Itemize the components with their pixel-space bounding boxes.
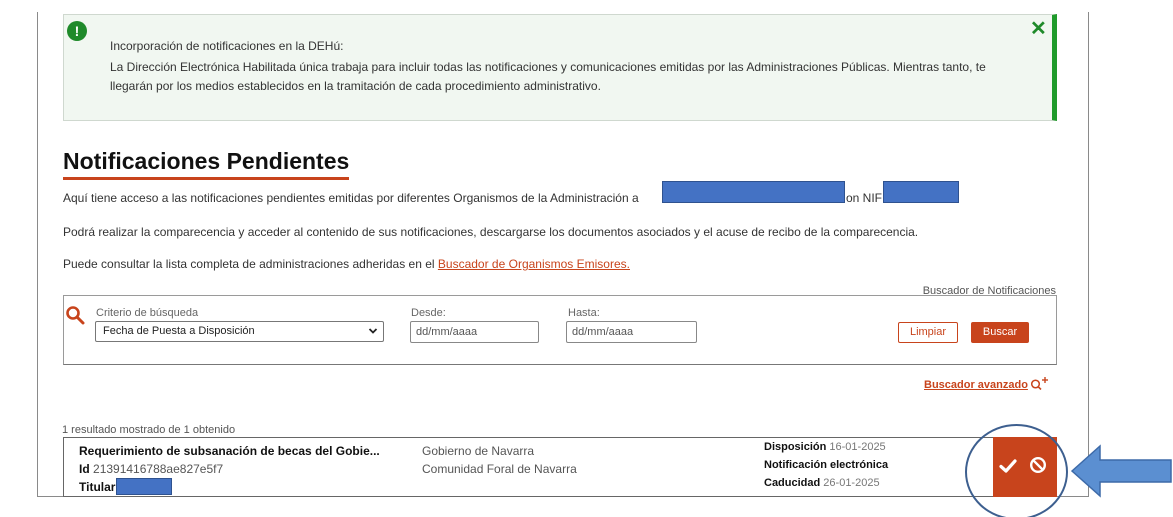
redacted-name [662, 181, 845, 203]
disposition-label: Disposición [764, 441, 827, 453]
redacted-nif [883, 181, 959, 203]
criteria-select[interactable]: Fecha de Puesta a Disposición [95, 321, 384, 342]
criteria-label: Criterio de búsqueda [96, 307, 199, 319]
id-label: Id [79, 462, 90, 476]
to-date-input[interactable]: dd/mm/aaaa [566, 321, 697, 343]
organism: Gobierno de Navarra [422, 444, 535, 458]
callout-circle [965, 424, 1068, 517]
results-count: 1 resultado mostrado de 1 obtenido [62, 424, 236, 436]
from-date-input[interactable]: dd/mm/aaaa [410, 321, 539, 343]
expiry-label: Caducidad [764, 477, 821, 489]
page-title: Notificaciones Pendientes [63, 148, 350, 180]
notification-id: Id 21391416788ae827e5f7 [79, 462, 223, 476]
intro-line-3: Puede consultar la lista completa de adm… [63, 257, 630, 271]
redacted-owner [116, 478, 172, 495]
expiry-date: 26-01-2025 [823, 477, 880, 489]
alert-icon: ! [67, 21, 87, 41]
alert-title: Incorporación de notificaciones en la DE… [110, 39, 344, 53]
notification-title[interactable]: Requerimiento de subsanación de becas de… [79, 444, 380, 458]
advanced-search-link[interactable]: Buscador avanzado [924, 376, 1050, 391]
search-icon [66, 306, 85, 325]
search-button[interactable]: Buscar [971, 322, 1029, 343]
disposition: Disposición 16-01-2025 [764, 441, 886, 453]
intro-line-2: Podrá realizar la comparecencia y accede… [63, 225, 919, 239]
to-label: Hasta: [568, 307, 600, 319]
advanced-search-label: Buscador avanzado [924, 379, 1028, 391]
chevron-down-icon [368, 328, 378, 334]
callout-arrow [1070, 444, 1172, 498]
owner-label: Titular [79, 480, 116, 494]
disposition-date: 16-01-2025 [829, 441, 886, 453]
organisms-link[interactable]: Buscador de Organismos Emisores. [438, 257, 630, 271]
clear-button[interactable]: Limpiar [898, 322, 958, 343]
advanced-search-icon [1030, 377, 1048, 390]
intro-nif: on NIF [846, 191, 883, 205]
id-value: 21391416788ae827e5f7 [93, 462, 224, 476]
from-label: Desde: [411, 307, 446, 319]
organism-sub: Comunidad Foral de Navarra [422, 462, 577, 476]
intro-line-3-prefix: Puede consultar la lista completa de adm… [63, 257, 435, 271]
expiry: Caducidad 26-01-2025 [764, 477, 880, 489]
intro-prefix: Aquí tiene acceso a las notificaciones p… [63, 191, 639, 205]
criteria-value: Fecha de Puesta a Disposición [103, 325, 255, 337]
notification-type: Notificación electrónica [764, 459, 889, 471]
intro-text: Aquí tiene acceso a las notificaciones p… [63, 191, 639, 205]
close-icon[interactable]: ✕ [1030, 16, 1047, 41]
alert-body: La Dirección Electrónica Habilitada únic… [110, 60, 986, 93]
